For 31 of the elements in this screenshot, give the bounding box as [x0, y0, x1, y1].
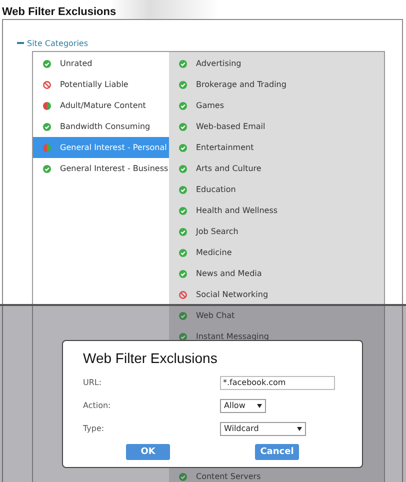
- category-item[interactable]: Adult/Mature Content: [33, 95, 169, 116]
- category-item[interactable]: General Interest - Business: [33, 158, 169, 179]
- field-label: Type:: [83, 424, 106, 433]
- category-item[interactable]: Brokerage and Trading: [169, 74, 384, 95]
- section-title: Site Categories: [27, 38, 88, 48]
- category-item[interactable]: Medicine: [169, 242, 384, 263]
- field-label: URL:: [83, 378, 103, 387]
- dropdown-arrow-icon: [297, 426, 302, 430]
- category-item[interactable]: Bandwidth Consuming: [33, 116, 169, 137]
- category-item[interactable]: Instant Messaging: [169, 326, 384, 347]
- category-item[interactable]: Potentially Liable: [33, 74, 169, 95]
- category-item[interactable]: News and Media: [169, 263, 384, 284]
- category-item[interactable]: Education: [169, 179, 384, 200]
- category-item[interactable]: Web-based Email: [169, 116, 384, 137]
- category-item[interactable]: Health and Wellness: [169, 200, 384, 221]
- page-title: Web Filter Exclusions: [2, 6, 116, 19]
- category-item[interactable]: Entertainment: [169, 137, 384, 158]
- category-item[interactable]: Unrated: [33, 53, 169, 74]
- category-item[interactable]: Content Servers: [169, 466, 384, 482]
- dialog-title: Web Filter Exclusions: [83, 350, 218, 368]
- category-item[interactable]: Job Search: [169, 221, 384, 242]
- dropdown-arrow-icon: [257, 404, 262, 408]
- category-item[interactable]: Web Chat: [169, 305, 384, 326]
- url-field[interactable]: *.facebook.com: [220, 376, 335, 390]
- field-label: Action:: [83, 401, 112, 410]
- category-item[interactable]: Games: [169, 95, 384, 116]
- category-item[interactable]: Arts and Culture: [169, 158, 384, 179]
- category-item[interactable]: Advertising: [169, 53, 384, 74]
- category-item[interactable]: Social Networking: [169, 284, 384, 305]
- dropdown[interactable]: Wildcard: [220, 422, 306, 436]
- dropdown[interactable]: Allow: [220, 398, 266, 412]
